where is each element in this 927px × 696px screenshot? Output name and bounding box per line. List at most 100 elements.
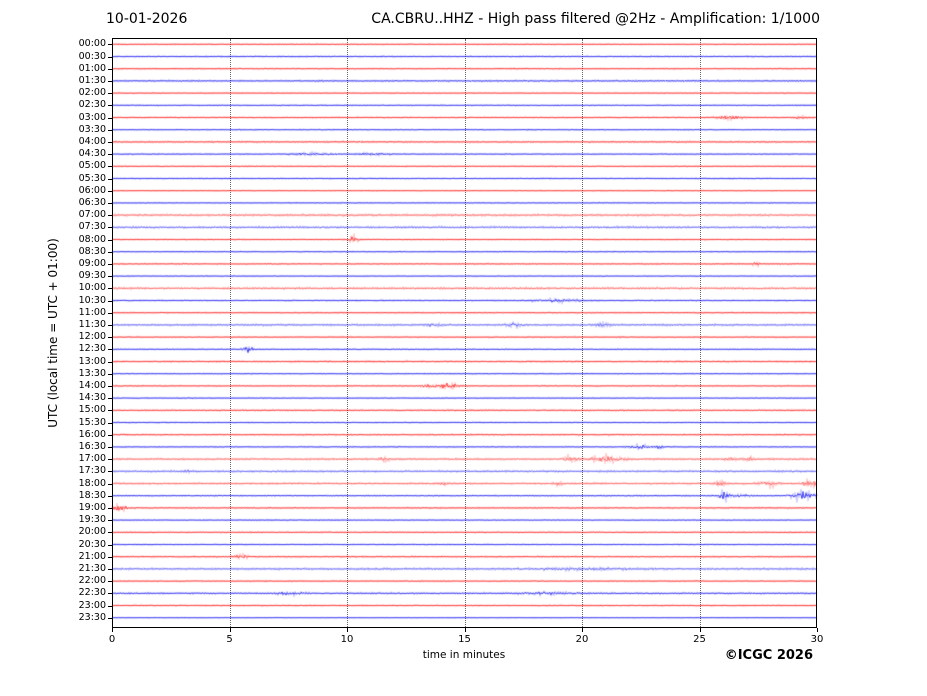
x-tick-label: 5 bbox=[226, 634, 233, 645]
y-tick-mark bbox=[108, 532, 112, 534]
y-tick-mark bbox=[108, 190, 112, 192]
y-tick-mark bbox=[108, 483, 112, 485]
x-tick-mark bbox=[464, 628, 466, 632]
y-tick-label: 11:30 bbox=[78, 318, 106, 330]
y-tick-label: 08:30 bbox=[78, 245, 106, 257]
y-tick-label: 17:30 bbox=[78, 465, 106, 477]
seismogram-trace-canvas bbox=[0, 0, 927, 696]
y-tick-label: 22:00 bbox=[78, 575, 106, 587]
y-tick-mark bbox=[108, 129, 112, 131]
y-tick-label: 12:30 bbox=[78, 343, 106, 355]
y-tick-label: 00:00 bbox=[78, 38, 106, 50]
y-tick-label: 04:00 bbox=[78, 135, 106, 147]
y-tick-mark bbox=[108, 56, 112, 58]
y-tick-mark bbox=[108, 324, 112, 326]
y-tick-label: 02:30 bbox=[78, 99, 106, 111]
y-tick-mark bbox=[108, 239, 112, 241]
y-tick-mark bbox=[108, 227, 112, 229]
y-tick-label: 14:30 bbox=[78, 392, 106, 404]
y-tick-label: 03:30 bbox=[78, 123, 106, 135]
y-tick-mark bbox=[108, 166, 112, 168]
y-tick-mark bbox=[108, 93, 112, 95]
y-tick-mark bbox=[108, 385, 112, 387]
x-tick-mark bbox=[817, 628, 818, 632]
y-tick-label: 07:00 bbox=[78, 209, 106, 221]
y-tick-mark bbox=[108, 471, 112, 473]
y-tick-label: 05:30 bbox=[78, 172, 106, 184]
y-tick-mark bbox=[108, 288, 112, 290]
y-tick-label: 14:00 bbox=[78, 379, 106, 391]
y-tick-mark bbox=[108, 349, 112, 351]
y-tick-mark bbox=[108, 593, 112, 595]
y-tick-label: 20:30 bbox=[78, 538, 106, 550]
x-tick-mark bbox=[699, 628, 701, 632]
x-tick-label: 20 bbox=[575, 634, 589, 645]
y-tick-label: 16:30 bbox=[78, 440, 106, 452]
y-tick-label: 06:30 bbox=[78, 196, 106, 208]
y-tick-label: 10:30 bbox=[78, 294, 106, 306]
y-tick-label: 19:30 bbox=[78, 514, 106, 526]
y-tick-label: 03:00 bbox=[78, 111, 106, 123]
y-tick-label: 04:30 bbox=[78, 148, 106, 160]
y-tick-mark bbox=[108, 105, 112, 107]
y-tick-label: 08:00 bbox=[78, 233, 106, 245]
y-tick-label: 11:00 bbox=[78, 306, 106, 318]
y-tick-mark bbox=[108, 215, 112, 217]
y-tick-label: 16:00 bbox=[78, 428, 106, 440]
y-tick-mark bbox=[108, 459, 112, 461]
y-tick-label: 09:30 bbox=[78, 270, 106, 282]
y-tick-mark bbox=[108, 141, 112, 143]
y-tick-label: 15:30 bbox=[78, 416, 106, 428]
y-tick-mark bbox=[108, 117, 112, 119]
y-tick-mark bbox=[108, 312, 112, 314]
y-tick-mark bbox=[108, 446, 112, 448]
x-tick-mark bbox=[229, 628, 231, 632]
y-tick-mark bbox=[108, 373, 112, 375]
y-tick-mark bbox=[108, 568, 112, 570]
y-tick-mark bbox=[108, 44, 112, 46]
y-tick-mark bbox=[108, 495, 112, 497]
y-tick-label: 17:00 bbox=[78, 453, 106, 465]
y-tick-mark bbox=[108, 337, 112, 339]
x-tick-label: 15 bbox=[458, 634, 471, 645]
y-tick-label: 12:00 bbox=[78, 331, 106, 343]
y-tick-mark bbox=[108, 251, 112, 253]
y-tick-mark bbox=[108, 300, 112, 302]
x-tick-label: 10 bbox=[340, 634, 354, 645]
y-tick-label: 01:00 bbox=[78, 62, 106, 74]
y-tick-label: 00:30 bbox=[78, 50, 106, 62]
y-tick-mark bbox=[108, 422, 112, 424]
x-tick-mark bbox=[347, 628, 348, 632]
y-tick-label: 18:30 bbox=[78, 489, 106, 501]
y-tick-label: 10:00 bbox=[78, 282, 106, 294]
y-tick-mark bbox=[108, 581, 112, 583]
y-tick-label: 09:00 bbox=[78, 257, 106, 269]
y-tick-label: 19:00 bbox=[78, 501, 106, 513]
x-tick-label: 0 bbox=[108, 634, 116, 645]
y-tick-label: 13:00 bbox=[78, 355, 106, 367]
y-tick-mark bbox=[108, 617, 112, 619]
y-tick-mark bbox=[108, 202, 112, 204]
y-tick-label: 06:00 bbox=[78, 184, 106, 196]
y-tick-mark bbox=[108, 263, 112, 265]
y-tick-label: 02:00 bbox=[78, 87, 106, 99]
x-tick-mark bbox=[112, 628, 113, 632]
y-tick-mark bbox=[108, 80, 112, 82]
x-tick-label: 25 bbox=[693, 634, 706, 645]
y-tick-mark bbox=[108, 178, 112, 180]
y-tick-mark bbox=[108, 410, 112, 412]
y-tick-label: 01:30 bbox=[78, 74, 106, 86]
y-tick-mark bbox=[108, 276, 112, 278]
y-tick-label: 13:30 bbox=[78, 367, 106, 379]
y-tick-label: 05:00 bbox=[78, 160, 106, 172]
y-tick-label: 15:00 bbox=[78, 404, 106, 416]
y-tick-label: 23:30 bbox=[78, 611, 106, 623]
y-tick-mark bbox=[108, 154, 112, 156]
y-tick-label: 22:30 bbox=[78, 587, 106, 599]
y-tick-label: 18:00 bbox=[78, 477, 106, 489]
y-tick-mark bbox=[108, 434, 112, 436]
y-tick-mark bbox=[108, 544, 112, 546]
y-tick-label: 21:00 bbox=[78, 550, 106, 562]
y-tick-mark bbox=[108, 507, 112, 509]
y-tick-mark bbox=[108, 520, 112, 522]
